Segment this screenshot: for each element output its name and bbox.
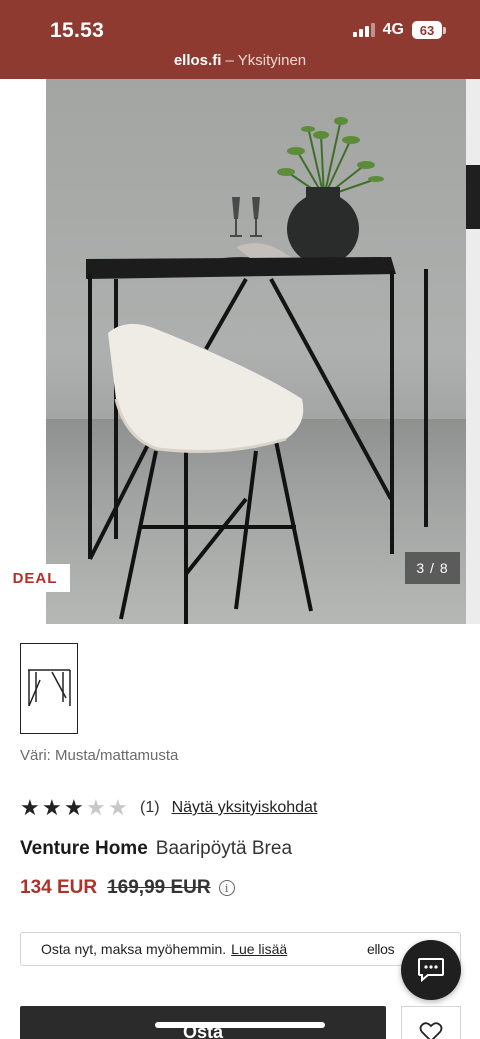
star-icon: ★	[86, 795, 106, 820]
star-icon: ★	[108, 795, 128, 820]
browsing-mode: – Yksityinen	[225, 52, 307, 69]
chat-icon	[418, 958, 444, 983]
bar-table-thumbnail-icon	[28, 669, 71, 707]
favorite-button[interactable]	[401, 1006, 461, 1039]
signal-icon	[352, 23, 375, 37]
url-domain: ellos.fi	[173, 52, 222, 69]
home-indicator	[155, 1022, 325, 1028]
bar-table-photo-illustration	[86, 117, 428, 624]
address-bar[interactable]: ellos.fi – Yksityinen	[0, 52, 480, 69]
status-time: 15.53	[50, 19, 105, 42]
info-icon[interactable]: i	[218, 880, 235, 896]
product-rating[interactable]: ★ ★ ★ ★ ★ (1) Näytä yksityiskohdat	[20, 797, 317, 819]
price-row: 134 EUR 169,99 EUR i	[20, 877, 235, 899]
heart-icon	[419, 1022, 443, 1039]
color-label: Väri: Musta/mattamusta	[20, 747, 179, 764]
next-image-peek[interactable]	[466, 79, 480, 624]
original-price: 169,99 EUR	[107, 877, 211, 898]
ellos-logo: ellos	[367, 941, 395, 957]
product-brand[interactable]: Venture Home	[20, 838, 148, 859]
color-variant-thumbnail[interactable]	[20, 643, 78, 734]
deal-badge: DEAL	[0, 564, 70, 592]
show-details-link[interactable]: Näytä yksityiskohdat	[172, 799, 318, 817]
status-bar: 15.53 4G 63 ellos.fi – Yksityinen	[0, 0, 480, 79]
current-price: 134 EUR	[20, 877, 98, 898]
pay-later-text: Osta nyt, maksa myöhemmin.	[41, 941, 227, 957]
status-icons: 4G 63	[352, 21, 446, 39]
network-type: 4G	[382, 21, 404, 38]
chat-button[interactable]	[401, 940, 461, 1000]
star-icon: ★	[42, 795, 62, 820]
read-more-link[interactable]: Lue lisää	[231, 941, 287, 957]
pay-later-banner: Osta nyt, maksa myöhemmin. Lue lisää ell…	[20, 932, 461, 966]
image-counter: 3 / 8	[405, 552, 460, 584]
product-image-gallery[interactable]: DEAL 3 / 8	[0, 79, 480, 624]
review-count: (1)	[140, 799, 160, 816]
battery-icon: 63	[412, 21, 446, 39]
star-icon: ★	[20, 795, 40, 820]
star-icon: ★	[64, 795, 84, 820]
product-name: Baaripöytä Brea	[155, 838, 293, 859]
product-title: Venture Home Baaripöytä Brea	[20, 838, 292, 860]
battery-level: 63	[412, 21, 442, 39]
